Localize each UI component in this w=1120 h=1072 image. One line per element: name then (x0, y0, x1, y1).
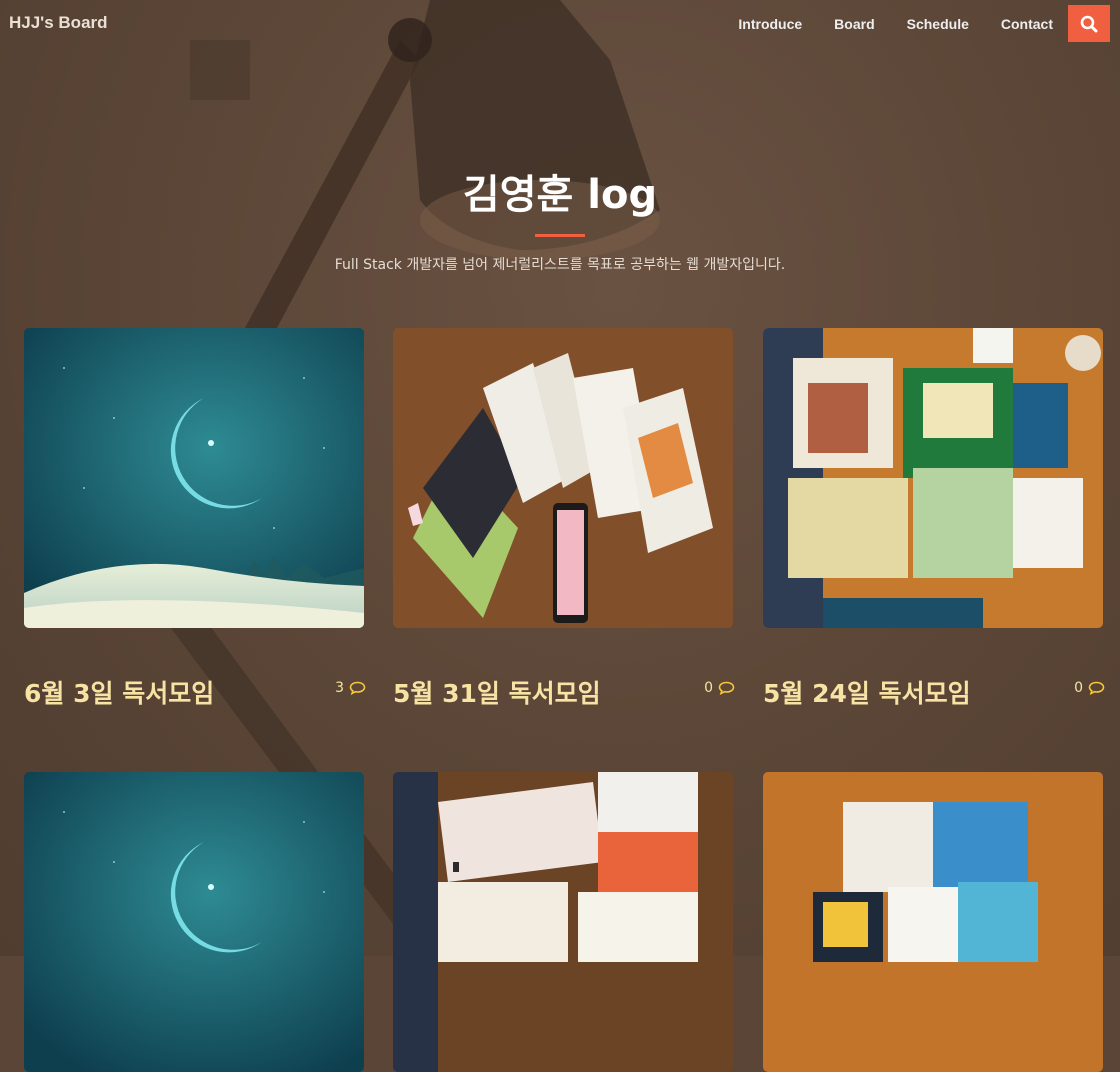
comment-count: 0 (704, 680, 735, 696)
post-thumbnail[interactable] (393, 772, 733, 1072)
comment-count-value: 0 (704, 680, 713, 696)
comment-bubble-icon (349, 681, 366, 695)
nav-introduce[interactable]: Introduce (738, 16, 802, 32)
post-card[interactable] (763, 772, 1103, 1072)
comment-count: 3 (335, 680, 366, 696)
search-icon (1080, 15, 1098, 32)
nav-schedule[interactable]: Schedule (907, 16, 969, 32)
post-card[interactable] (393, 772, 733, 1072)
comment-count-value: 3 (335, 680, 344, 696)
page-title: 김영훈 log (462, 172, 658, 218)
post-title[interactable]: 5월 24일 독서모임 (763, 674, 971, 710)
navbar: HJJ's Board Introduce Board Schedule Con… (0, 0, 1120, 48)
post-card[interactable]: 5월 24일 독서모임 0 (763, 328, 1105, 708)
nav-board[interactable]: Board (834, 16, 874, 32)
post-card[interactable]: 5월 31일 독서모임 0 (393, 328, 735, 708)
post-thumbnail[interactable] (763, 772, 1103, 1072)
page-subtitle: Full Stack 개발자를 넘어 제너럴리스트를 목표로 공부하는 웹 개발… (334, 257, 786, 273)
brand-logo[interactable]: HJJ's Board (9, 13, 108, 33)
hero-section: 김영훈 log Full Stack 개발자를 넘어 제너럴리스트를 목표로 공… (0, 170, 1120, 274)
post-card[interactable]: 6월 3일 독서모임 3 (24, 328, 366, 708)
post-title[interactable]: 6월 3일 독서모임 (24, 674, 214, 710)
post-thumbnail[interactable] (763, 328, 1103, 628)
post-thumbnail[interactable] (24, 772, 364, 1072)
title-divider (535, 234, 585, 237)
post-card[interactable] (24, 772, 364, 1072)
search-button[interactable] (1068, 5, 1110, 42)
post-thumbnail[interactable] (24, 328, 364, 628)
comment-bubble-icon (718, 681, 735, 695)
comment-count-value: 0 (1074, 680, 1083, 696)
comment-count: 0 (1074, 680, 1105, 696)
post-title[interactable]: 5월 31일 독서모임 (393, 674, 601, 710)
nav-contact[interactable]: Contact (1001, 16, 1053, 32)
nav-links: Introduce Board Schedule Contact (738, 16, 1053, 32)
comment-bubble-icon (1088, 681, 1105, 695)
post-thumbnail[interactable] (393, 328, 733, 628)
